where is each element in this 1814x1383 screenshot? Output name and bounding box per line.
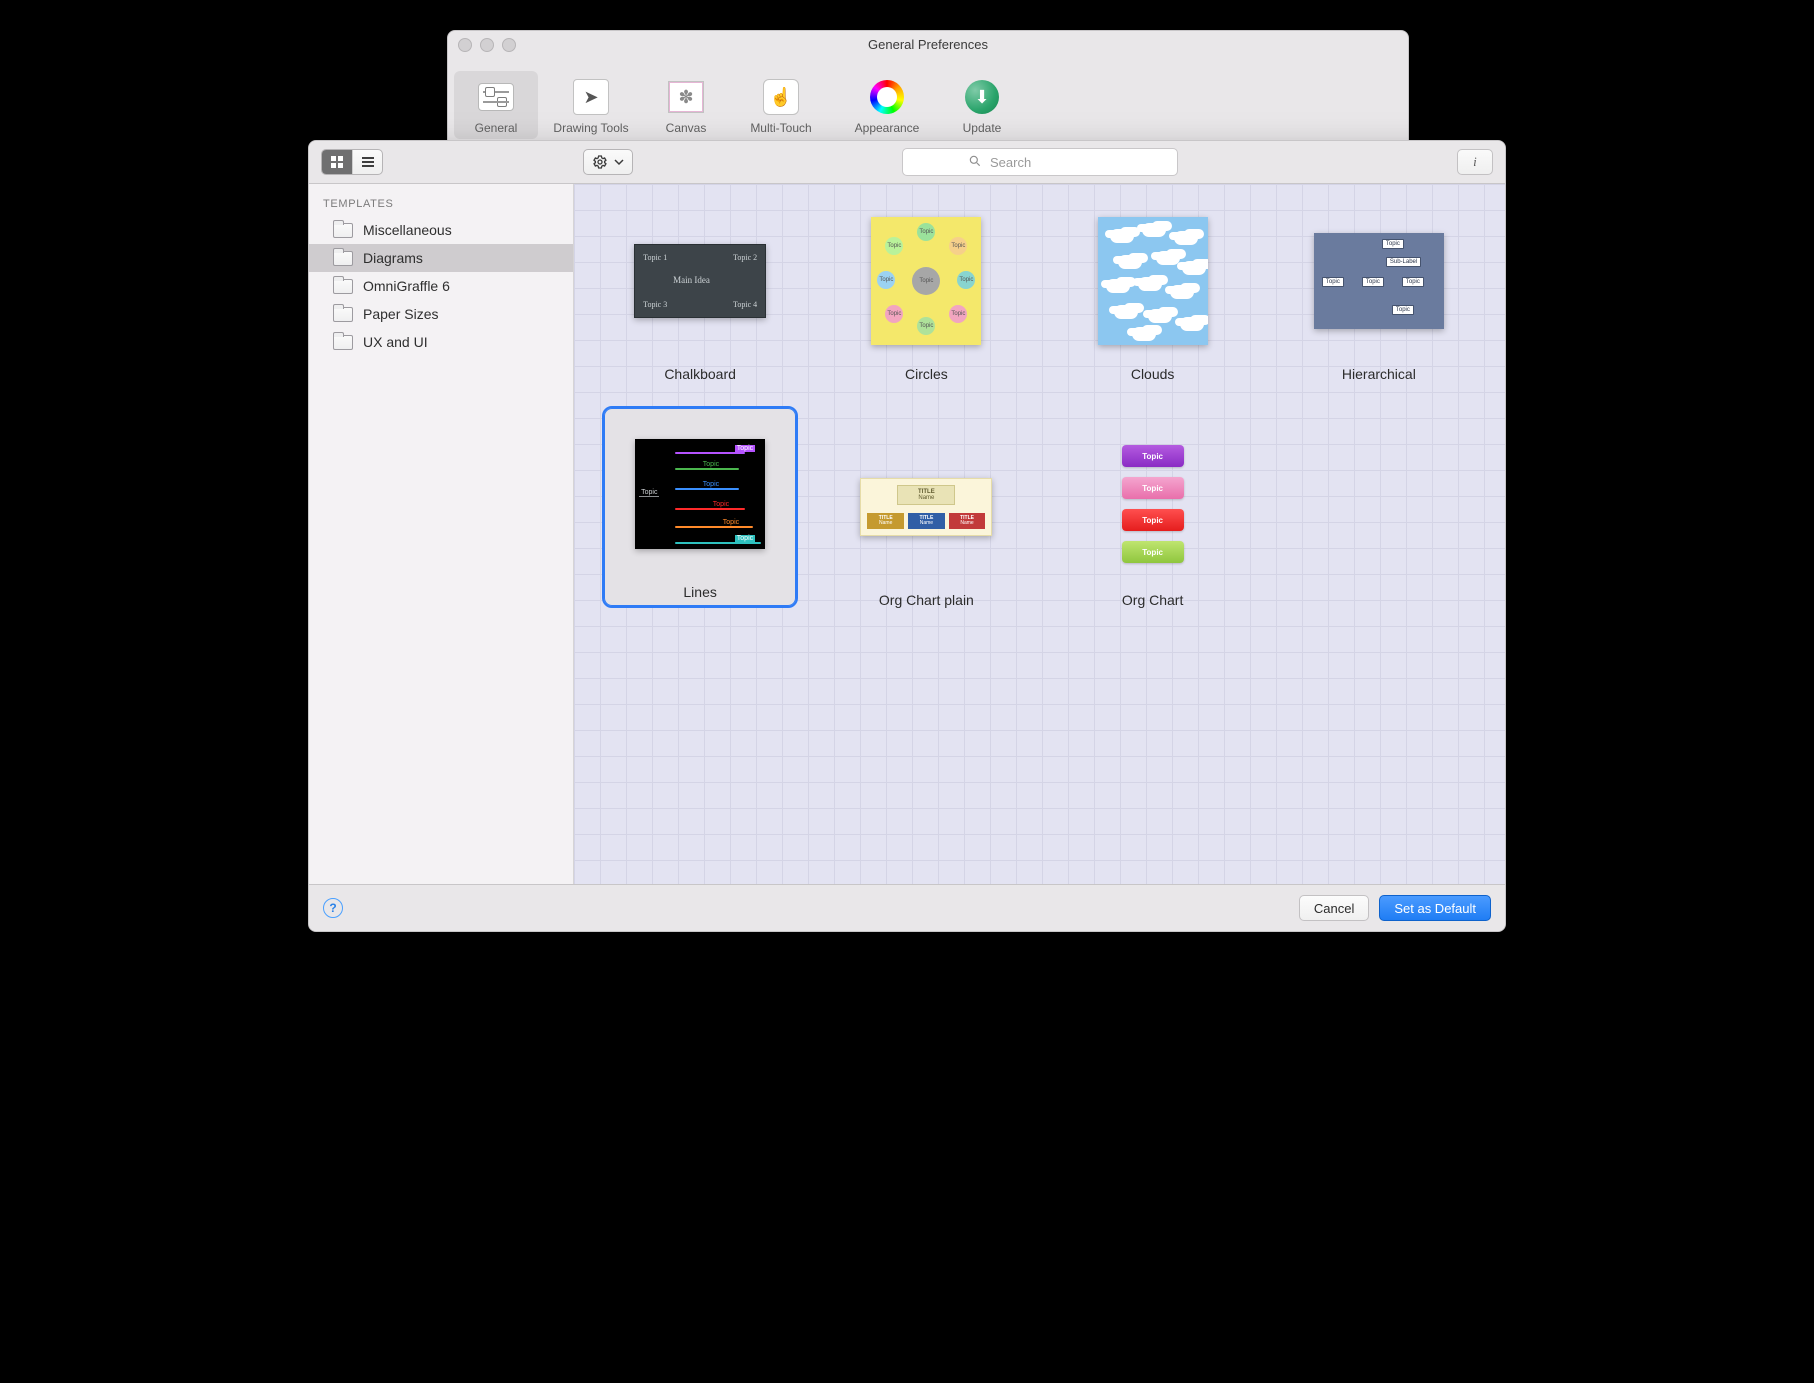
folder-icon	[333, 335, 353, 350]
tab-drawing-tools[interactable]: ➤ Drawing Tools	[538, 71, 644, 139]
search-icon	[968, 154, 982, 171]
touch-icon: ☝	[763, 79, 799, 115]
folder-icon	[333, 251, 353, 266]
thumbnail-chalkboard: Topic 1 Topic 2 Main Idea Topic 3 Topic …	[634, 244, 766, 318]
tab-multi-touch[interactable]: ☝ Multi-Touch	[728, 71, 834, 139]
download-icon: ⬇	[965, 80, 999, 114]
preferences-titlebar[interactable]: General Preferences	[448, 31, 1408, 57]
pointer-icon: ➤	[573, 79, 609, 115]
tab-label: Drawing Tools	[553, 121, 628, 135]
sidebar-item-diagrams[interactable]: Diagrams	[309, 244, 573, 272]
list-view-button[interactable]	[352, 150, 382, 174]
template-circles[interactable]: Topic Topic Topic Topic Topic Topic Topi…	[828, 206, 1024, 382]
tab-label: Update	[963, 121, 1002, 135]
tab-general[interactable]: General	[454, 71, 538, 139]
view-mode-segment	[321, 149, 383, 175]
folder-icon	[333, 223, 353, 238]
thumbnail-circles: Topic Topic Topic Topic Topic Topic Topi…	[871, 217, 981, 345]
template-label: Lines	[683, 584, 716, 600]
set-as-default-button[interactable]: Set as Default	[1379, 895, 1491, 921]
minimize-icon[interactable]	[480, 38, 494, 52]
folder-icon	[333, 279, 353, 294]
template-label: Circles	[905, 366, 948, 382]
sidebar-item-ux-and-ui[interactable]: UX and UI	[309, 328, 573, 356]
info-button[interactable]: i	[1457, 149, 1493, 175]
preferences-title: General Preferences	[868, 37, 988, 52]
sidebar-item-label: Paper Sizes	[363, 306, 438, 322]
thumbnail-org-chart: Topic Topic Topic Topic	[1122, 443, 1184, 571]
sliders-icon	[478, 83, 514, 111]
template-org-chart[interactable]: Topic Topic Topic Topic Org Chart	[1055, 432, 1251, 608]
sidebar-item-label: OmniGraffle 6	[363, 278, 450, 294]
browser-footer: ? Cancel Set as Default	[309, 884, 1505, 931]
tab-label: Canvas	[666, 121, 707, 135]
close-icon[interactable]	[458, 38, 472, 52]
color-wheel-icon	[870, 80, 904, 114]
folder-icon	[333, 307, 353, 322]
tab-label: Multi-Touch	[750, 121, 811, 135]
preferences-window: General Preferences General ➤ Drawing To…	[447, 30, 1409, 144]
chevron-down-icon	[614, 157, 624, 167]
search-input[interactable]	[988, 154, 1112, 171]
thumbnail-hierarchical: Topic Sub-Label Topic Topic Topic Topic	[1314, 233, 1444, 329]
tab-appearance[interactable]: Appearance	[834, 71, 940, 139]
sidebar-item-miscellaneous[interactable]: Miscellaneous	[309, 216, 573, 244]
tab-canvas[interactable]: ✽ Canvas	[644, 71, 728, 139]
canvas-icon: ✽	[668, 81, 704, 113]
template-hierarchical[interactable]: Topic Sub-Label Topic Topic Topic Topic …	[1281, 206, 1477, 382]
thumbnail-org-chart-plain: TITLEName TITLEName TITLEName TITLEName	[860, 478, 992, 536]
template-clouds[interactable]: Clouds	[1055, 206, 1251, 382]
browser-toolbar: i	[309, 141, 1505, 184]
template-label: Clouds	[1131, 366, 1175, 382]
info-icon: i	[1473, 154, 1477, 170]
thumbnail-clouds	[1098, 217, 1208, 345]
window-controls	[458, 38, 516, 52]
grid-icon	[330, 155, 344, 169]
sidebar-item-omnigraffle-6[interactable]: OmniGraffle 6	[309, 272, 573, 300]
sidebar: TEMPLATES Miscellaneous Diagrams OmniGra…	[309, 184, 574, 884]
gear-icon	[592, 154, 608, 170]
actions-menu-button[interactable]	[583, 149, 633, 175]
sidebar-item-label: Miscellaneous	[363, 222, 452, 238]
preferences-toolbar: General ➤ Drawing Tools ✽ Canvas ☝ Multi…	[448, 57, 1408, 143]
cancel-button[interactable]: Cancel	[1299, 895, 1369, 921]
grid-view-button[interactable]	[322, 150, 352, 174]
template-chalkboard[interactable]: Topic 1 Topic 2 Main Idea Topic 3 Topic …	[602, 206, 798, 382]
template-label: Org Chart	[1122, 592, 1183, 608]
sidebar-item-label: Diagrams	[363, 250, 423, 266]
template-lines[interactable]: Topic Topic Topic Topic Topic Topic	[602, 406, 798, 608]
search-field[interactable]	[902, 148, 1177, 176]
sidebar-item-paper-sizes[interactable]: Paper Sizes	[309, 300, 573, 328]
help-button[interactable]: ?	[323, 898, 343, 918]
sidebar-header: TEMPLATES	[309, 184, 573, 216]
template-org-chart-plain[interactable]: TITLEName TITLEName TITLEName TITLEName …	[828, 432, 1024, 608]
thumbnail-lines: Topic Topic Topic Topic Topic Topic	[635, 439, 765, 549]
list-icon	[361, 155, 375, 169]
help-icon: ?	[329, 901, 336, 915]
zoom-icon[interactable]	[502, 38, 516, 52]
tab-label: Appearance	[855, 121, 920, 135]
template-grid-area: Topic 1 Topic 2 Main Idea Topic 3 Topic …	[574, 184, 1505, 884]
template-label: Hierarchical	[1342, 366, 1416, 382]
resource-browser-window: i TEMPLATES Miscellaneous Diagrams	[308, 140, 1506, 932]
template-label: Org Chart plain	[879, 592, 974, 608]
tab-label: General	[475, 121, 518, 135]
sidebar-item-label: UX and UI	[363, 334, 428, 350]
template-label: Chalkboard	[664, 366, 736, 382]
tab-update[interactable]: ⬇ Update	[940, 71, 1024, 139]
